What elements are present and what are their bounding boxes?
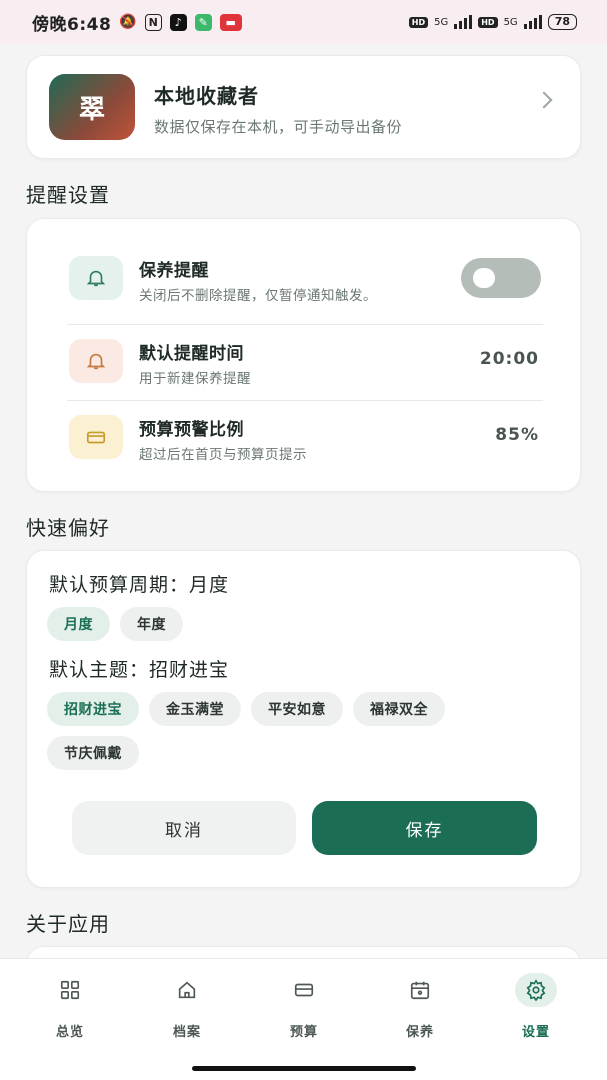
tab-maintenance[interactable]: 保养: [375, 973, 465, 1040]
maintenance-reminder-toggle[interactable]: [461, 258, 541, 298]
budget-warning-title: 预算预警比例: [139, 420, 244, 440]
default-reminder-time-subtitle: 用于新建保养提醒: [139, 371, 251, 387]
tab-label-archive: 档案: [172, 1025, 201, 1040]
nfc-icon: N: [144, 13, 162, 31]
chevron-right-icon: [535, 91, 553, 109]
default-reminder-time-title: 默认提醒时间: [139, 344, 244, 364]
tab-settings[interactable]: 设置: [491, 973, 581, 1040]
budget-warning-row[interactable]: 预算预警比例 超过后在首页与预算页提示 85%: [67, 401, 543, 475]
home-indicator[interactable]: [192, 1066, 416, 1071]
mute-icon: 🔕: [119, 14, 137, 30]
reminder-section-title: 提醒设置: [26, 183, 110, 207]
status-bar: 傍晚6:48 🔕 N ♪ ✎ ▬ HD 5G HD 5G 78: [0, 0, 607, 44]
about-section-title: 关于应用: [26, 912, 110, 936]
hd-badge-2: HD: [478, 16, 498, 28]
home-icon: [166, 973, 208, 1007]
budget-period-options: 月度 年度: [47, 607, 567, 641]
card-icon: [283, 973, 325, 1007]
profile-description: 数据仅保存在本机，可手动导出备份: [154, 118, 403, 136]
chip-theme-zhaocai[interactable]: 招财进宝: [47, 692, 139, 726]
signal-icon-2: [523, 15, 542, 29]
status-time: 傍晚6:48: [32, 14, 112, 35]
signal-icon: [454, 15, 473, 29]
chip-theme-pingan[interactable]: 平安如意: [251, 692, 343, 726]
chip-yearly[interactable]: 年度: [120, 607, 183, 641]
tab-label-maintenance: 保养: [405, 1025, 434, 1040]
tab-label-overview: 总览: [55, 1025, 84, 1040]
network-label-2: 5G: [503, 16, 518, 28]
maintenance-reminder-row: 保养提醒 关闭后不删除提醒，仅暂停通知触发。: [67, 242, 543, 316]
tab-overview[interactable]: 总览: [25, 973, 115, 1040]
profile-card[interactable]: 翠 本地收藏者 数据仅保存在本机，可手动导出备份: [26, 55, 581, 159]
battery-indicator: 78: [547, 14, 577, 30]
budget-warning-subtitle: 超过后在首页与预算页提示: [139, 447, 307, 463]
chip-theme-jieqing[interactable]: 节庆佩戴: [47, 736, 139, 770]
reminder-settings-card: 保养提醒 关闭后不删除提醒，仅暂停通知触发。 默认提醒时间 用于新建保养提醒 2…: [26, 218, 581, 492]
chip-monthly[interactable]: 月度: [47, 607, 110, 641]
theme-options: 招财进宝 金玉满堂 平安如意 福禄双全 节庆佩戴: [47, 692, 507, 770]
grid-icon: [49, 973, 91, 1007]
gear-icon: [515, 973, 557, 1007]
bell-alert-icon: [69, 339, 123, 383]
quick-prefs-card: 默认预算周期：月度 月度 年度 默认主题：招财进宝 招财进宝 金玉满堂 平安如意…: [26, 550, 581, 888]
calendar-icon: [399, 973, 441, 1007]
budget-warning-value: 85%: [495, 425, 539, 445]
quick-prefs-title: 快速偏好: [26, 516, 110, 540]
card-icon: [69, 415, 123, 459]
chip-theme-jinyu[interactable]: 金玉满堂: [149, 692, 241, 726]
default-reminder-time-row[interactable]: 默认提醒时间 用于新建保养提醒 20:00: [67, 325, 543, 399]
news-app-icon: ▬: [219, 13, 242, 31]
bell-icon: [69, 256, 123, 300]
tool-app-icon: ✎: [194, 13, 212, 31]
network-label: 5G: [434, 16, 449, 28]
tab-label-settings: 设置: [521, 1025, 550, 1040]
chip-theme-fulu[interactable]: 福禄双全: [353, 692, 445, 726]
maintenance-reminder-title: 保养提醒: [139, 261, 209, 281]
save-button[interactable]: 保存: [312, 801, 537, 855]
tiktok-icon: ♪: [169, 13, 187, 31]
toggle-knob: [473, 268, 495, 288]
tab-budget[interactable]: 预算: [259, 973, 349, 1040]
tab-archive[interactable]: 档案: [142, 973, 232, 1040]
default-reminder-time-value: 20:00: [479, 349, 539, 369]
hd-badge: HD: [408, 16, 429, 28]
maintenance-reminder-subtitle: 关闭后不删除提醒，仅暂停通知触发。: [139, 288, 377, 304]
theme-label: 默认主题：招财进宝: [49, 659, 230, 681]
avatar: 翠: [49, 74, 135, 140]
budget-period-label: 默认预算周期：月度: [49, 574, 230, 596]
bottom-tab-bar: 总览 档案 预算 保养 设置: [0, 958, 607, 1080]
tab-label-budget: 预算: [289, 1025, 318, 1040]
cancel-button[interactable]: 取消: [72, 801, 296, 855]
profile-name: 本地收藏者: [154, 84, 259, 108]
